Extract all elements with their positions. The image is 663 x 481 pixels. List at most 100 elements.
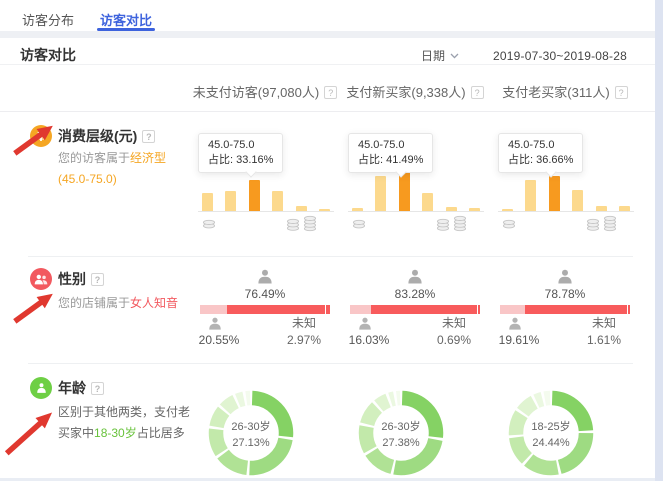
comparison-panel: 访客对比 日期 2019-07-30~2019-08-28 未支付访客(97,0… bbox=[0, 38, 655, 481]
bar-chart-cell: 45.0-75.0占比: 33.16% bbox=[190, 112, 340, 256]
unknown-segment[interactable] bbox=[478, 305, 480, 314]
consumption-description: 您的访客属于经济型(45.0-75.0) bbox=[58, 148, 190, 190]
chart-tooltip: 45.0-75.0占比: 41.49% bbox=[348, 133, 433, 173]
male-segment[interactable] bbox=[200, 305, 227, 314]
section-divider-band bbox=[0, 31, 655, 38]
coins-large-icon bbox=[286, 213, 317, 232]
female-segment[interactable] bbox=[227, 305, 326, 314]
bar[interactable] bbox=[525, 180, 536, 211]
row-consumption-level: ¥ 消费层级(元) ? 您的访客属于经济型(45.0-75.0) 45.0-75… bbox=[0, 112, 655, 256]
coins-large-icon bbox=[586, 213, 617, 232]
tooltip-share-value: 占比: 36.66% bbox=[508, 153, 573, 168]
gender-stacked-bar bbox=[350, 305, 480, 314]
help-icon[interactable]: ? bbox=[91, 382, 104, 395]
bar-chart-cell: 45.0-75.0占比: 41.49% bbox=[340, 112, 490, 256]
age-description: 区别于其他两类，支付老买家中18-30岁占比居多 bbox=[58, 402, 190, 444]
donut-chart: 18-25岁24.44% bbox=[505, 387, 597, 479]
donut-chart-cell: 26-30岁 27.38% bbox=[340, 363, 490, 481]
unknown-label: 未知 bbox=[276, 315, 332, 332]
unknown-label: 未知 bbox=[576, 315, 632, 332]
coins-small-icon bbox=[202, 216, 216, 234]
column-header-repeat-buyers: 支付老买家(311人)? bbox=[490, 82, 640, 101]
chevron-down-icon bbox=[450, 53, 459, 59]
male-segment[interactable] bbox=[500, 305, 525, 314]
visitor-compare-screen: 访客分布 访客对比 访客对比 日期 2019-07-30~2019-08-28 … bbox=[0, 0, 663, 481]
date-dropdown-label: 日期 bbox=[421, 47, 445, 64]
age-bucket-percent: 27.13% bbox=[232, 437, 269, 449]
age-bucket-percent: 27.38% bbox=[382, 437, 419, 449]
female-icon-wrap bbox=[340, 269, 490, 284]
chart-tooltip: 45.0-75.0占比: 33.16% bbox=[198, 133, 283, 173]
female-icon-wrap bbox=[190, 269, 340, 284]
female-icon bbox=[257, 269, 273, 284]
coin-stack-icon bbox=[352, 217, 366, 229]
unknown-percent: 1.61% bbox=[576, 332, 632, 349]
male-icon bbox=[358, 317, 372, 330]
unknown-percent: 2.97% bbox=[276, 332, 332, 349]
gender-chart-cell: 83.28%16.03%未知0.69% bbox=[340, 256, 490, 363]
donut-chart: 26-30岁 27.38% bbox=[355, 387, 447, 479]
male-icon bbox=[208, 317, 222, 330]
highlighted-bar[interactable] bbox=[549, 176, 560, 211]
unknown-segment[interactable] bbox=[628, 305, 630, 314]
help-icon[interactable]: ? bbox=[142, 130, 155, 143]
tooltip-share-value: 占比: 33.16% bbox=[208, 153, 273, 168]
unknown-segment[interactable] bbox=[326, 305, 330, 314]
female-icon bbox=[557, 269, 573, 284]
coins-small-icon bbox=[502, 216, 516, 234]
tooltip-bin-label: 45.0-75.0 bbox=[358, 138, 423, 153]
donut-chart: 26-30岁27.13% bbox=[205, 387, 297, 479]
axis-line bbox=[348, 211, 484, 212]
tooltip-bin-label: 45.0-75.0 bbox=[508, 138, 573, 153]
column-header-unpaid-visitors: 未支付访客(97,080人)? bbox=[190, 82, 340, 101]
row-age: 年龄 ? 区别于其他两类，支付老买家中18-30岁占比居多 26-30岁27.1… bbox=[0, 363, 655, 481]
unknown-percent: 0.69% bbox=[426, 332, 482, 349]
male-percent: 19.61% bbox=[490, 333, 548, 347]
bar-chart-cell: 45.0-75.0占比: 36.66% bbox=[490, 112, 640, 256]
coin-stack-icon bbox=[502, 217, 516, 229]
bar[interactable] bbox=[225, 191, 236, 211]
coin-stack-icon bbox=[303, 213, 317, 232]
panel-header: 访客对比 日期 2019-07-30~2019-08-28 bbox=[0, 38, 655, 65]
male-percent: 20.55% bbox=[190, 333, 248, 347]
date-range-value[interactable]: 2019-07-30~2019-08-28 bbox=[493, 49, 627, 63]
date-controls: 日期 2019-07-30~2019-08-28 bbox=[421, 47, 627, 64]
male-segment[interactable] bbox=[350, 305, 371, 314]
bar[interactable] bbox=[375, 176, 386, 211]
unknown-label: 未知 bbox=[426, 315, 482, 332]
highlighted-bar[interactable] bbox=[249, 180, 260, 212]
bar[interactable] bbox=[202, 193, 213, 211]
bar[interactable] bbox=[272, 191, 283, 211]
tab-visitor-comparison[interactable]: 访客对比 bbox=[100, 0, 152, 31]
help-icon[interactable]: ? bbox=[324, 86, 337, 99]
gender-stacked-bar bbox=[500, 305, 630, 314]
date-dropdown[interactable]: 日期 bbox=[421, 47, 459, 64]
top-tab-bar: 访客分布 访客对比 bbox=[0, 0, 655, 31]
help-icon[interactable]: ? bbox=[615, 86, 628, 99]
coin-stack-icon bbox=[436, 216, 450, 231]
female-segment[interactable] bbox=[525, 305, 627, 314]
help-icon[interactable]: ? bbox=[91, 273, 104, 286]
row-title: 性别 ? bbox=[58, 269, 104, 289]
donut-chart-cell: 26-30岁27.13% bbox=[190, 363, 340, 481]
female-segment[interactable] bbox=[371, 305, 478, 314]
tab-visitor-distribution[interactable]: 访客分布 bbox=[22, 0, 74, 31]
gender-stacked-bar bbox=[200, 305, 330, 314]
bar[interactable] bbox=[572, 190, 583, 211]
unknown-block: 未知2.97% bbox=[276, 315, 332, 349]
gender-highlight: 女人知音 bbox=[130, 296, 178, 310]
donut-chart-cell: 18-25岁24.44% bbox=[490, 363, 640, 481]
page-title: 访客对比 bbox=[20, 45, 76, 65]
age-bucket-label: 26-30岁 bbox=[381, 418, 420, 434]
bar[interactable] bbox=[422, 193, 433, 211]
chart-tooltip: 45.0-75.0占比: 36.66% bbox=[498, 133, 583, 173]
coin-stack-icon bbox=[453, 213, 467, 232]
gender-description: 您的店铺属于女人知音 bbox=[58, 293, 190, 314]
help-icon[interactable]: ? bbox=[471, 86, 484, 99]
tab-label: 访客分布 bbox=[22, 13, 74, 28]
coins-large-icon bbox=[436, 213, 467, 232]
female-percent: 78.78% bbox=[490, 287, 640, 301]
donut-center-label: 26-30岁27.13% bbox=[205, 387, 297, 479]
tooltip-bin-label: 45.0-75.0 bbox=[208, 138, 273, 153]
female-percent: 83.28% bbox=[340, 287, 490, 301]
